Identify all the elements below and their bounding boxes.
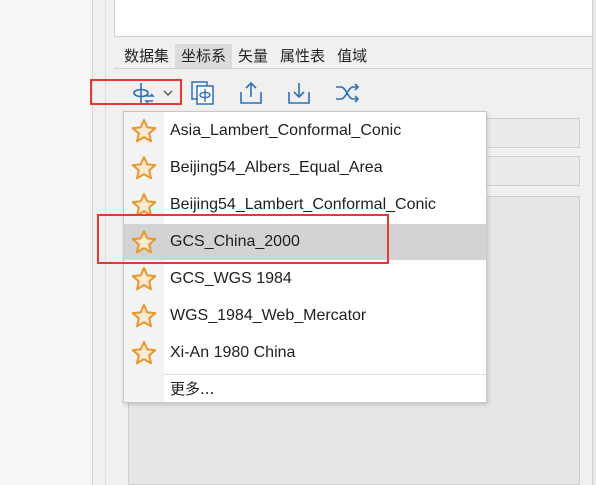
star-icon	[131, 156, 157, 180]
shuffle-convert-button[interactable]	[332, 78, 362, 108]
tab-vector[interactable]: 矢量	[232, 44, 274, 68]
export-button[interactable]	[236, 78, 266, 108]
menu-item-label: Asia_Lambert_Conformal_Conic	[170, 122, 402, 139]
tab-underline	[114, 68, 592, 69]
menu-item-label: Beijing54_Albers_Equal_Area	[170, 159, 383, 176]
import-button[interactable]	[284, 78, 314, 108]
menu-item-beijing54-albers[interactable]: Beijing54_Albers_Equal_Area	[124, 150, 486, 186]
menu-item-more[interactable]: 更多...	[170, 376, 214, 402]
menu-item-label: Xi-An 1980 China	[170, 344, 296, 361]
right-scrollbar[interactable]	[592, 0, 596, 485]
tab-value-range[interactable]: 值域	[331, 44, 373, 68]
tab-bar: 数据集 坐标系 矢量 属性表 值域	[118, 44, 373, 68]
field-box-2	[486, 156, 580, 186]
tab-attribute-table[interactable]: 属性表	[274, 44, 331, 68]
shuffle-convert-icon	[336, 83, 360, 103]
menu-item-label: WGS_1984_Web_Mercator	[170, 307, 367, 324]
star-icon	[131, 267, 157, 291]
star-icon	[131, 304, 157, 328]
menu-item-wgs-1984-web-mercator[interactable]: WGS_1984_Web_Mercator	[124, 298, 486, 334]
copy-coordinate-icon	[191, 81, 214, 105]
menu-item-xi-an-1980[interactable]: Xi-An 1980 China	[124, 335, 486, 371]
field-box-1	[486, 118, 580, 148]
menu-item-label: GCS_WGS 1984	[170, 270, 292, 287]
star-icon	[131, 119, 157, 143]
menu-item-asia-lambert[interactable]: Asia_Lambert_Conformal_Conic	[124, 113, 486, 149]
annotation-box-selected-item	[97, 214, 389, 264]
import-icon	[288, 83, 310, 104]
tab-dataset[interactable]: 数据集	[118, 44, 175, 68]
tab-coordinate-system[interactable]: 坐标系	[175, 44, 233, 68]
menu-item-gcs-wgs-1984[interactable]: GCS_WGS 1984	[124, 261, 486, 297]
left-pane	[0, 0, 90, 485]
annotation-box-dropdown	[90, 79, 182, 105]
export-icon	[240, 81, 262, 104]
menu-separator	[164, 374, 486, 375]
copy-coordinate-button[interactable]	[188, 78, 218, 108]
star-icon	[131, 341, 157, 365]
preview-area	[114, 0, 596, 37]
